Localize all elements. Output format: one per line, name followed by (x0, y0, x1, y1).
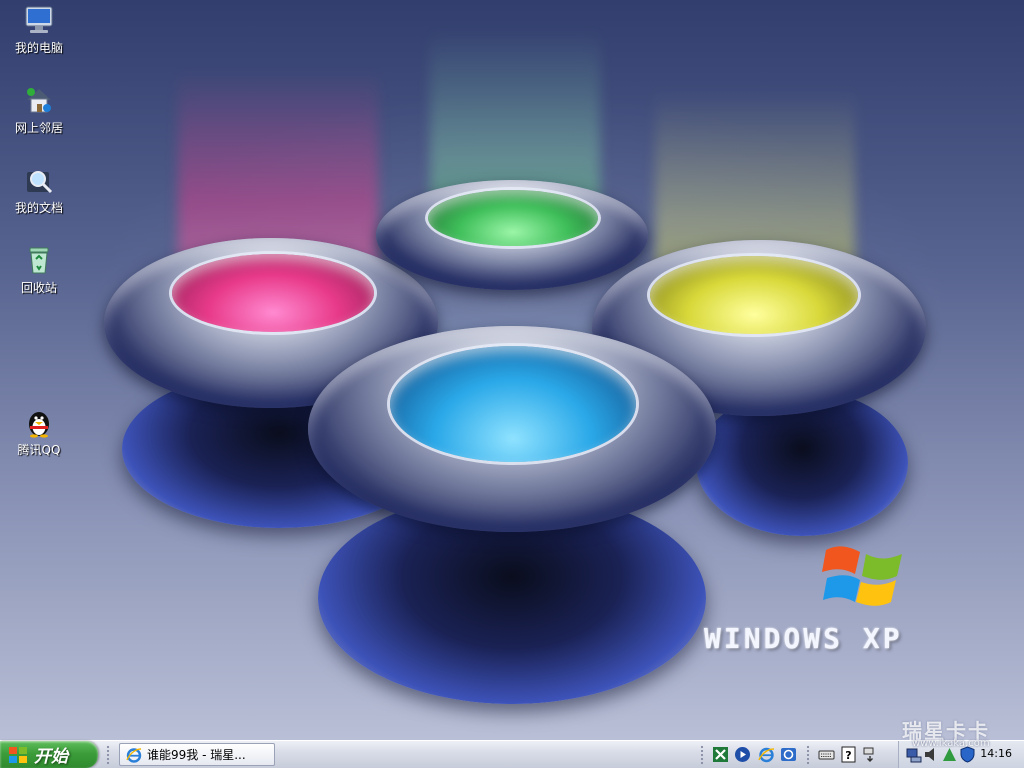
taskbar: 开始 谁能99我 - 瑞星... ? 14:16 (0, 740, 1024, 768)
desktop-icon-label: 我的电脑 (14, 41, 63, 55)
keyboard-icon[interactable] (818, 746, 835, 763)
desktop-icon-label: 回收站 (20, 281, 57, 295)
desktop-icon-my-documents[interactable]: 我的文档 (1, 164, 77, 216)
windows-flag-logo-icon (822, 546, 902, 606)
taskbar-grip[interactable] (106, 745, 110, 765)
show-desktop-icon[interactable] (862, 746, 879, 763)
desktop-icon-label: 我的文档 (14, 201, 63, 215)
wallpaper-bowl-yellow (650, 256, 858, 334)
outlook-icon[interactable] (780, 746, 797, 763)
internet-explorer-icon (126, 747, 142, 763)
my-computer-icon (25, 6, 53, 33)
my-documents-icon (27, 171, 53, 194)
toolbar-grip[interactable] (806, 745, 810, 765)
taskbar-window-button[interactable]: 谁能99我 - 瑞星... (119, 743, 275, 766)
media-player-icon[interactable] (734, 746, 751, 763)
qq-penguin-icon (29, 412, 49, 438)
recycle-bin-icon (29, 247, 49, 274)
help-icon[interactable]: ? (840, 746, 857, 763)
desktop-icon-label: 腾讯QQ (17, 443, 61, 457)
desktop-icon-qq[interactable]: 腾讯QQ (1, 406, 77, 458)
taskbar-window-label: 谁能99我 - 瑞星... (147, 748, 246, 762)
wallpaper-bowl-blue (390, 346, 636, 462)
desktop-icon-network-places[interactable]: 网上邻居 (1, 84, 77, 136)
internet-explorer-icon[interactable] (758, 746, 775, 763)
watermark-url: www.ikaka.com (912, 738, 990, 749)
wallpaper-wordmark: WINDOWS XP (704, 622, 903, 655)
desktop-icon-recycle-bin[interactable]: 回收站 (1, 244, 77, 296)
svg-text:?: ? (845, 749, 851, 762)
desktop-icon-my-computer[interactable]: 我的电脑 (1, 4, 77, 56)
desktop: WINDOWS XP 我的电脑 网上邻居 我的文档 回收站 腾讯QQ (0, 0, 1024, 740)
start-label: 开始 (34, 747, 68, 767)
excel-icon[interactable] (712, 746, 729, 763)
quick-launch-grip[interactable] (700, 745, 704, 765)
windows-flag-icon (9, 746, 27, 763)
desktop-icon-label: 网上邻居 (14, 121, 63, 135)
wallpaper-bowl-pink (172, 254, 374, 332)
network-places-icon (27, 88, 51, 113)
wallpaper-bowl-green (428, 190, 598, 246)
start-button[interactable]: 开始 (0, 741, 98, 768)
